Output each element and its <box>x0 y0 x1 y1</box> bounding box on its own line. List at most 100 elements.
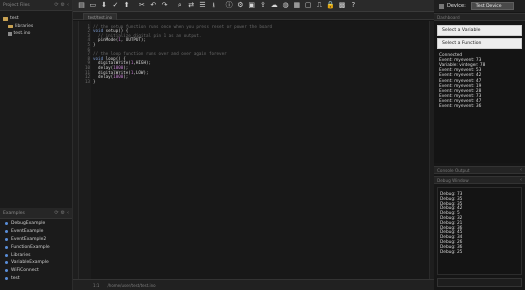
examples-list: DebugExample EventExample EventExample2 Fun… <box>0 220 72 282</box>
select-variable-button[interactable]: Select a Variable <box>437 25 522 36</box>
new-file-icon[interactable]: ▤ <box>77 1 86 10</box>
examples-title: Examples <box>3 210 25 216</box>
device-select-value: Test Device <box>475 3 502 9</box>
code-line: } <box>93 42 96 47</box>
code-token: ); <box>123 74 129 80</box>
info-icon[interactable]: ⓘ <box>225 1 234 10</box>
example-item[interactable]: FunctionExample <box>0 243 72 251</box>
search-icon[interactable]: ⌕ <box>175 1 184 10</box>
settings-icon[interactable]: ⚙ <box>61 2 65 8</box>
debug-line: Debug: 25 <box>440 249 463 255</box>
code-token: ,HIGH); <box>133 60 152 66</box>
example-icon <box>5 253 8 257</box>
folder-icon[interactable]: ▣ <box>247 1 256 10</box>
collapse-icon[interactable]: ‹ <box>520 177 522 183</box>
device-select[interactable]: Test Device <box>470 2 514 10</box>
project-panel: Project Files ⟳ ⚙ ‹ test libraries test.in… <box>0 0 73 290</box>
collapse-icon[interactable]: ‹ <box>67 210 69 216</box>
console-input[interactable] <box>437 278 522 287</box>
debug-window-title: Debug Window <box>437 177 469 183</box>
code-lines: // the setup function runs once when you… <box>79 21 429 279</box>
tree-item-label: test <box>10 16 19 22</box>
example-icon <box>5 261 8 265</box>
tree-folder[interactable]: test <box>3 15 72 23</box>
board-icon[interactable]: ▩ <box>338 1 347 10</box>
example-label: WiFiConnect <box>11 268 39 274</box>
compile-icon[interactable]: ✓ <box>111 1 120 10</box>
cursor-position: 1:1 <box>93 282 100 288</box>
serial-icon[interactable]: ⎍ <box>315 1 324 10</box>
code-token: , OUTPUT); <box>120 37 146 43</box>
folder-icon <box>8 24 13 28</box>
cloud-icon[interactable]: ☁ <box>270 1 279 10</box>
example-icon <box>5 276 8 280</box>
example-label: VariableExample <box>11 260 49 266</box>
console-output-header: Console Output ‹ <box>434 166 525 174</box>
example-item[interactable]: DebugExample <box>0 220 72 228</box>
example-icon <box>5 222 8 226</box>
status-bar: 1:1 /home/user/test/test.ino <box>73 279 434 290</box>
code-line: delay(1000); <box>93 74 128 79</box>
indent-icon[interactable]: ☰ <box>198 1 207 10</box>
code-token: 1000 <box>113 74 124 80</box>
undo-icon[interactable]: ↶ <box>149 1 158 10</box>
redo-icon[interactable]: ↷ <box>160 1 169 10</box>
tree-item-label: test.ino <box>13 31 31 37</box>
select-function-button[interactable]: Select a Function <box>437 38 522 49</box>
download-icon[interactable]: ⭳ <box>209 1 218 10</box>
code-token: } <box>93 41 96 47</box>
tree-folder[interactable]: libraries <box>3 23 72 31</box>
lock-icon[interactable]: 🔒 <box>326 1 335 10</box>
file-tree: test libraries test.ino <box>0 11 72 38</box>
example-label: EventExample <box>11 229 44 235</box>
refresh-icon[interactable]: ⟳ <box>54 2 58 8</box>
example-item[interactable]: WiFiConnect <box>0 267 72 275</box>
project-files-header: Project Files ⟳ ⚙ ‹ <box>0 0 72 11</box>
upload-arrow-icon[interactable]: ⇪ <box>258 1 267 10</box>
collapse-icon[interactable]: ‹ <box>520 167 522 173</box>
collapse-icon[interactable]: ‹ <box>67 2 69 8</box>
upload-icon[interactable]: ⬆ <box>122 1 131 10</box>
example-item[interactable]: EventExample2 <box>0 236 72 244</box>
example-item[interactable]: EventExample <box>0 228 72 236</box>
example-icon <box>5 230 8 234</box>
code-token: delay( <box>93 74 114 80</box>
tab-bar: test/test.ino <box>73 12 434 20</box>
select-variable-label: Select a Variable <box>442 28 481 33</box>
settings-icon[interactable]: ⚙ <box>236 1 245 10</box>
settings-icon[interactable]: ⚙ <box>61 210 65 216</box>
examples-header: Examples ⟳ ⚙ ‹ <box>0 208 72 219</box>
globe-icon[interactable]: ◍ <box>281 1 290 10</box>
save-icon[interactable]: ⬇ <box>100 1 109 10</box>
file-path: /home/user/test/test.ino <box>107 282 156 288</box>
code-token: ,LOW); <box>133 69 149 75</box>
project-files-title: Project Files <box>3 2 30 8</box>
help-icon[interactable]: ? <box>349 1 358 10</box>
dashboard-header: Dashboard <box>434 13 525 21</box>
tab-test-ino[interactable]: test/test.ino <box>83 13 118 20</box>
code-token: } <box>93 78 96 84</box>
device-icon <box>439 3 444 9</box>
example-label: test <box>11 275 20 281</box>
example-item[interactable]: Libraries <box>0 251 72 259</box>
replace-icon[interactable]: ⇄ <box>187 1 196 10</box>
dashboard-title: Dashboard <box>437 14 460 20</box>
folder-icon <box>3 17 8 21</box>
open-icon[interactable]: ▭ <box>88 1 97 10</box>
console-output-title: Console Output <box>437 167 470 173</box>
example-item[interactable]: test <box>0 275 72 283</box>
code-token: pinMode( <box>93 37 119 43</box>
library-icon[interactable]: ▦ <box>292 1 301 10</box>
example-icon <box>5 269 8 273</box>
example-label: DebugExample <box>11 221 46 227</box>
terminal-icon[interactable]: ▢ <box>304 1 313 10</box>
code-line: pinMode(1, OUTPUT); <box>93 37 146 42</box>
tree-file[interactable]: test.ino <box>3 30 72 38</box>
code-line: } <box>93 79 96 84</box>
example-label: Libraries <box>11 252 31 258</box>
file-icon <box>8 31 12 36</box>
example-item[interactable]: VariableExample <box>0 259 72 267</box>
cut-icon[interactable]: ✂ <box>137 1 146 10</box>
refresh-icon[interactable]: ⟳ <box>54 210 58 216</box>
event-log: Connected Event: myevent: 73 Variable: vin… <box>434 50 525 163</box>
